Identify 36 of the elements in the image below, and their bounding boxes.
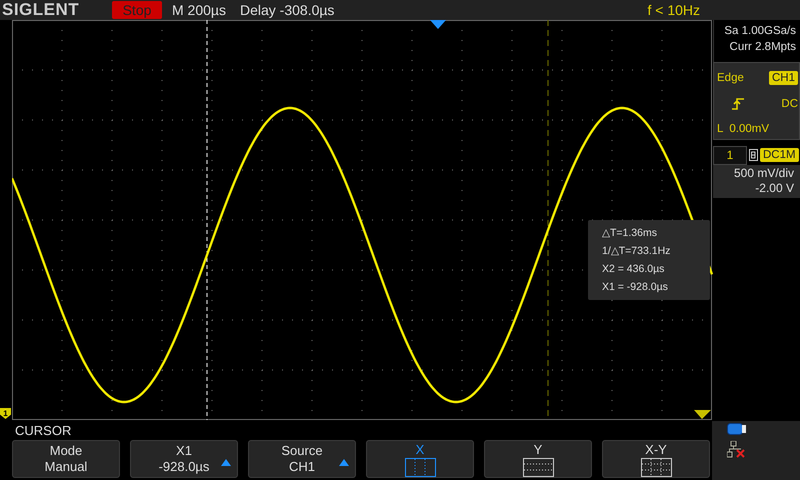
up-arrow-icon <box>339 459 349 466</box>
softkey-button[interactable]: Source CH1 <box>248 440 356 478</box>
trigger-type-label: Edge <box>717 72 745 84</box>
softkey-button[interactable]: Mode Manual <box>12 440 120 478</box>
channel-marker: 1 <box>0 408 11 419</box>
trigger-level-label: L 0.00mV <box>717 122 769 135</box>
delay-label: Delay -308.0µs <box>240 2 334 18</box>
trigger-coupling-label: DC <box>781 98 798 110</box>
measurement-reading: △T=1.36ms <box>602 226 658 240</box>
rising-edge-icon <box>731 96 745 111</box>
cursor-pattern-icon <box>640 458 672 476</box>
sample-rate-label: Sa 1.00GSa/s <box>724 24 796 39</box>
measurement-reading: X1 = -928.0µs <box>602 280 669 294</box>
cursor-type-button[interactable]: Y <box>484 440 592 478</box>
measurement-reading: X2 = 436.0µs <box>602 262 666 276</box>
measurement-reading: 1/△T=733.1Hz <box>602 244 672 258</box>
trigger-frequency-label: f < 10Hz <box>647 2 700 18</box>
cursor-type-button[interactable]: X-Y <box>602 440 710 478</box>
bandwidth-limit-icon <box>749 149 758 161</box>
cursor-type-button[interactable]: X <box>366 440 474 478</box>
trigger-source-badge: CH1 <box>769 71 798 86</box>
cursor-pattern-icon <box>404 458 436 476</box>
cursor-pattern-icon <box>522 458 554 476</box>
vertical-offset-label: -2.00 V <box>755 181 794 196</box>
usb-drive-icon <box>727 423 747 435</box>
brand-logo: SIGLENT <box>2 0 80 20</box>
trigger-level-icon <box>694 410 711 419</box>
channel-number: 1 <box>713 146 747 164</box>
channel-coupling-badge: DC1M <box>760 148 799 162</box>
up-arrow-icon <box>221 459 231 466</box>
memory-depth-label: Curr 2.8Mpts <box>730 40 796 55</box>
menu-title: CURSOR <box>14 422 72 440</box>
vertical-scale-label: 500 mV/div <box>734 166 794 181</box>
timebase-label: M 200µs <box>172 2 226 18</box>
softkey-button[interactable]: X1 -928.0µs <box>130 440 238 478</box>
network-disconnected-icon <box>727 441 745 458</box>
